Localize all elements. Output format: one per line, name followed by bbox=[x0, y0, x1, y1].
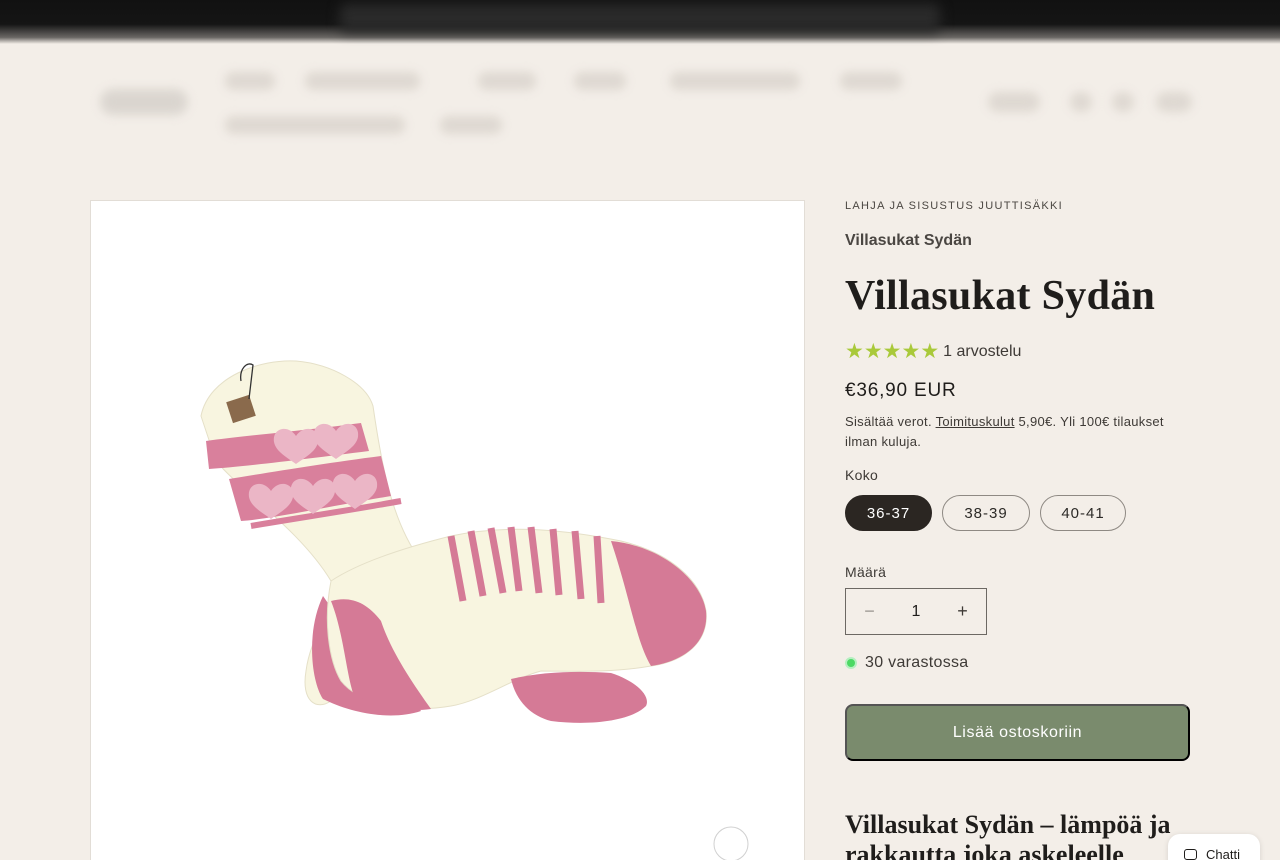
review-count[interactable]: 1 arvostelu bbox=[943, 343, 1021, 361]
chat-label: Chatti bbox=[1206, 846, 1240, 860]
account-icon[interactable] bbox=[1070, 92, 1092, 112]
quantity-input[interactable]: 1 bbox=[893, 603, 939, 621]
quantity-label: Määrä bbox=[845, 564, 887, 580]
cart-icon[interactable] bbox=[1156, 92, 1192, 112]
nav-item-6[interactable] bbox=[840, 72, 902, 90]
size-option-38-39[interactable]: 38-39 bbox=[942, 495, 1030, 531]
size-option-36-37[interactable]: 36-37 bbox=[845, 495, 932, 531]
size-option-40-41[interactable]: 40-41 bbox=[1040, 495, 1126, 531]
nav-item-3[interactable] bbox=[478, 72, 536, 90]
tax-shipping-note: Sisältää verot. Toimituskulut 5,90€. Yli… bbox=[845, 414, 1164, 449]
star-icon: ★ bbox=[863, 340, 883, 363]
product-title: Villasukat Sydän bbox=[845, 273, 1156, 319]
star-icon: ★ bbox=[882, 340, 902, 363]
search-icon[interactable] bbox=[1112, 92, 1134, 112]
nav-item-1[interactable] bbox=[225, 72, 275, 90]
nav-item-7[interactable] bbox=[225, 116, 405, 134]
store-logo[interactable] bbox=[100, 89, 188, 115]
announcement-text-blurred bbox=[340, 4, 940, 32]
chat-button[interactable]: Chatti bbox=[1168, 834, 1260, 860]
size-label: Koko bbox=[845, 467, 879, 483]
minus-icon[interactable]: − bbox=[846, 589, 893, 634]
add-to-cart-button[interactable]: Lisää ostoskoriin bbox=[845, 704, 1190, 761]
product-rating[interactable]: ★ ★ ★ ★ ★ 1 arvostelu bbox=[845, 341, 1021, 363]
nav-item-4[interactable] bbox=[574, 72, 626, 90]
stock-text: 30 varastossa bbox=[865, 654, 969, 671]
site-header bbox=[0, 44, 1280, 164]
quantity-stepper: − 1 + bbox=[845, 588, 987, 635]
country-selector[interactable] bbox=[988, 92, 1040, 112]
star-icon: ★ bbox=[920, 340, 940, 363]
shipping-link[interactable]: Toimituskulut bbox=[936, 414, 1015, 429]
product-image[interactable] bbox=[90, 200, 805, 860]
nav-item-2[interactable] bbox=[305, 72, 420, 90]
nav-item-8[interactable] bbox=[440, 116, 502, 134]
wool-socks-illustration bbox=[200, 360, 749, 860]
chat-bubble-icon bbox=[1184, 848, 1197, 860]
product-vendor: LAHJA JA SISUSTUS JUUTTISÄKKI bbox=[845, 200, 1064, 212]
product-price: €36,90 EUR bbox=[845, 380, 957, 401]
stock-status: 30 varastossa bbox=[845, 654, 969, 672]
nav-item-5[interactable] bbox=[670, 72, 800, 90]
plus-icon[interactable]: + bbox=[939, 589, 986, 634]
product-subtitle: Villasukat Sydän bbox=[845, 232, 972, 249]
star-icon: ★ bbox=[845, 340, 864, 363]
star-icon: ★ bbox=[901, 340, 921, 363]
announcement-bar bbox=[0, 0, 1280, 44]
description-heading: Villasukat Sydän – lämpöä ja rakkautta j… bbox=[845, 810, 1171, 860]
in-stock-dot-icon bbox=[845, 657, 857, 669]
